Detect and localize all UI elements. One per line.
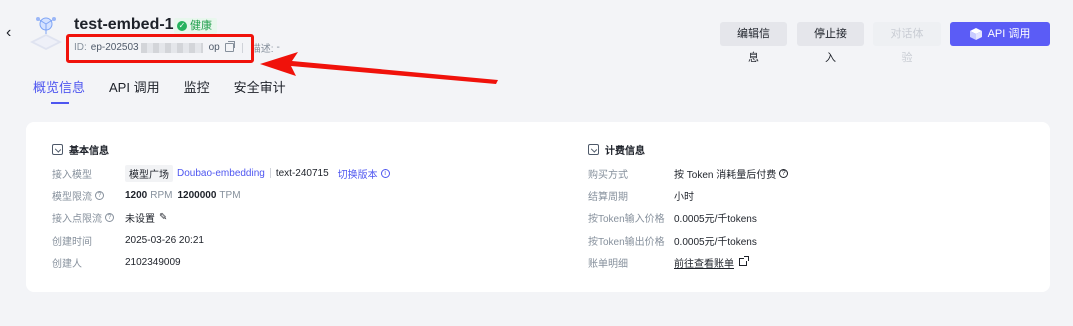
overview-card: 基本信息 接入模型 模型广场 Doubao-embedding text-240…: [26, 122, 1050, 292]
bill-row: 账单明细 前往查看账单: [588, 254, 749, 270]
tab-overview[interactable]: 概览信息: [33, 78, 85, 104]
help-icon[interactable]: ?: [105, 212, 114, 222]
cycle-value: 小时: [674, 191, 694, 203]
external-link-icon: [739, 256, 749, 266]
rate-limit-value: 1200 RPM 1200000 TPM: [125, 190, 246, 201]
creator-value: 2102349009: [125, 256, 181, 268]
rpm-unit: RPM: [150, 189, 173, 201]
api-call-button[interactable]: API 调用: [950, 22, 1050, 46]
model-source-tag: 模型广场: [125, 164, 173, 182]
creator-row: 创建人 2102349009: [52, 254, 181, 270]
rpm-value: 1200: [125, 189, 148, 201]
bill-label: 账单明细: [588, 258, 628, 270]
health-status-text: 健康: [190, 20, 212, 32]
view-bill-link[interactable]: 前往查看账单: [674, 255, 749, 270]
output-price-label: 按Token输出价格: [588, 236, 665, 248]
cycle-label: 结算周期: [588, 191, 628, 203]
model-row: 接入模型 模型广场 Doubao-embedding text-240715 切…: [52, 164, 390, 182]
rate-limit-label-wrap: 模型限流 ?: [52, 188, 125, 203]
cube-icon: [969, 28, 982, 40]
purchase-value-wrap: 按 Token 消耗量后付费 ?: [674, 166, 789, 181]
endpoint-title: test-embed-1: [74, 16, 174, 33]
billing-info-title: 计费信息: [605, 146, 645, 157]
edit-pencil-icon[interactable]: ✎: [159, 212, 167, 223]
model-value: 模型广场 Doubao-embedding text-240715 切换版本 i: [125, 164, 390, 182]
header-bar: ‹ test-embed-1 ✓ 健康 ID: ep-202503 op 描述:…: [0, 0, 1073, 84]
box-icon: [588, 144, 599, 155]
annotation-arrow-icon: [260, 52, 498, 84]
endpoint-logo-icon: [30, 17, 62, 50]
api-call-label: API 调用: [987, 28, 1031, 40]
created-time-value: 2025-03-26 20:21: [125, 234, 204, 246]
endpoint-limit-value-wrap: 未设置 ✎: [125, 210, 167, 225]
cycle-row: 结算周期 小时: [588, 187, 694, 203]
endpoint-limit-value: 未设置: [125, 213, 155, 225]
endpoint-limit-label-wrap: 接入点限流 ?: [52, 210, 125, 225]
tpm-value: 1200000: [177, 189, 217, 201]
output-price-value: 0.0005元/千tokens: [674, 236, 757, 248]
check-circle-icon: ✓: [177, 21, 187, 31]
view-bill-label: 前往查看账单: [674, 258, 734, 270]
help-icon[interactable]: ?: [779, 168, 789, 178]
created-time-label: 创建时间: [52, 236, 92, 248]
help-icon[interactable]: ?: [95, 190, 104, 200]
box-icon: [52, 144, 63, 155]
purchase-value: 按 Token 消耗量后付费: [674, 169, 777, 181]
health-status-badge: ✓ 健康: [174, 18, 217, 34]
switch-version-button[interactable]: 切换版本 i: [338, 166, 390, 181]
input-price-value: 0.0005元/千tokens: [674, 213, 757, 225]
creator-label: 创建人: [52, 258, 82, 270]
tpm-unit: TPM: [219, 189, 241, 201]
edit-info-button[interactable]: 编辑信息: [720, 22, 787, 64]
basic-info-header: 基本信息: [52, 142, 109, 157]
tab-api-call[interactable]: API 调用: [109, 78, 160, 102]
billing-info-header: 计费信息: [588, 142, 645, 157]
tab-monitoring[interactable]: 监控: [184, 78, 210, 102]
model-version: text-240715: [275, 167, 329, 179]
switch-version-label: 切换版本: [337, 169, 378, 181]
info-icon: i: [380, 168, 390, 178]
rate-limit-row: 模型限流 ? 1200 RPM 1200000 TPM: [52, 187, 246, 203]
rate-limit-label: 模型限流: [52, 191, 92, 203]
endpoint-limit-label: 接入点限流: [52, 213, 102, 225]
back-chevron-icon[interactable]: ‹: [6, 25, 20, 41]
stop-access-button[interactable]: 停止接入: [797, 22, 864, 64]
output-price-row: 按Token输出价格 0.0005元/千tokens: [588, 232, 757, 248]
created-time-row: 创建时间 2025-03-26 20:21: [52, 232, 204, 248]
endpoint-limit-row: 接入点限流 ? 未设置 ✎: [52, 209, 167, 225]
tab-bar: 概览信息 API 调用 监控 安全审计: [33, 78, 286, 104]
model-divider: [269, 168, 271, 178]
annotation-highlight-box: [66, 34, 254, 63]
input-price-label: 按Token输入价格: [588, 213, 665, 225]
purchase-label: 购买方式: [588, 169, 628, 181]
model-name-link[interactable]: Doubao-embedding: [177, 168, 265, 179]
basic-info-title: 基本信息: [69, 146, 109, 157]
input-price-row: 按Token输入价格 0.0005元/千tokens: [588, 209, 757, 225]
tab-security-audit[interactable]: 安全审计: [234, 78, 286, 102]
purchase-row: 购买方式 按 Token 消耗量后付费 ?: [588, 165, 789, 181]
model-label: 接入模型: [52, 169, 92, 181]
chat-experience-button[interactable]: 对话体验: [873, 22, 941, 64]
